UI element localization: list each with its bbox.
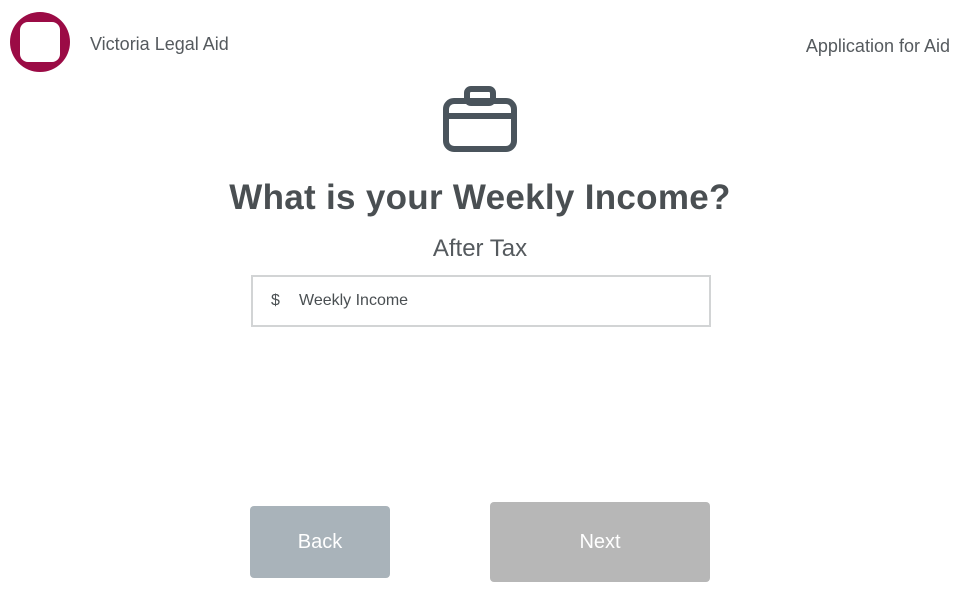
weekly-income-field[interactable]: $ (251, 275, 711, 327)
next-button[interactable]: Next (490, 502, 710, 582)
briefcase-icon (443, 86, 517, 152)
weekly-income-input[interactable] (299, 277, 709, 325)
currency-symbol: $ (271, 292, 280, 309)
logo-square (20, 22, 60, 62)
page-subtitle: After Tax (432, 235, 528, 262)
application-page: Victoria Legal Aid Application for Aid W… (0, 0, 960, 600)
org-name: Victoria Legal Aid (90, 34, 229, 54)
back-button[interactable]: Back (250, 506, 390, 578)
app-title: Application for Aid (805, 36, 950, 56)
page-title: What is your Weekly Income? (229, 178, 731, 217)
vla-logo (10, 12, 70, 72)
